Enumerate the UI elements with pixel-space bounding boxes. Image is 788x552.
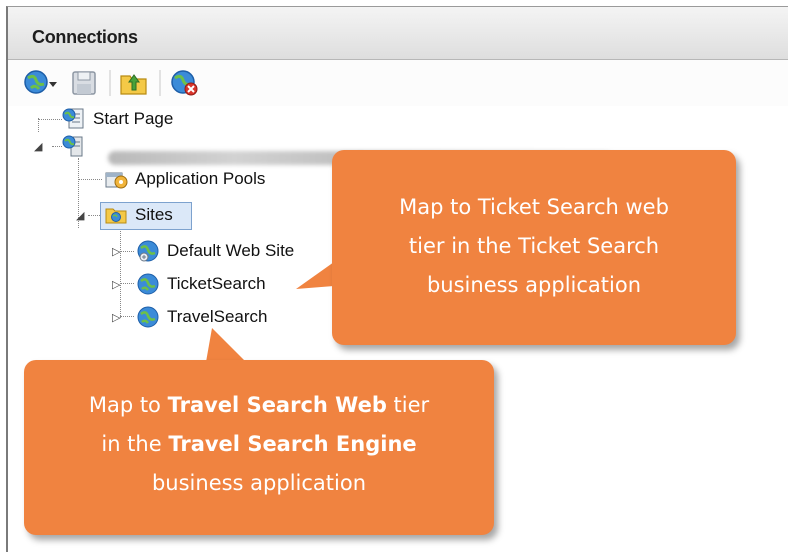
tree-item-label: Start Page bbox=[93, 109, 174, 128]
tree-item-label: Application Pools bbox=[135, 169, 266, 188]
expand-arrow-icon[interactable]: ▷ bbox=[112, 312, 120, 324]
toolbar-separator bbox=[158, 70, 162, 101]
expand-arrow-icon[interactable]: ▷ bbox=[112, 246, 120, 258]
tree-item-label: Sites bbox=[135, 205, 173, 224]
tree-line bbox=[38, 119, 62, 120]
server-icon bbox=[62, 134, 86, 158]
website-globe-icon bbox=[136, 305, 160, 329]
tree-line bbox=[78, 179, 102, 180]
panel-header: Connections bbox=[8, 7, 788, 60]
callout-line: tier in the Ticket Search bbox=[408, 234, 660, 258]
callout-pointer bbox=[296, 262, 334, 289]
tree-line bbox=[52, 146, 62, 147]
callout-ticket-search: Map to Ticket Search web tier in the Tic… bbox=[332, 150, 736, 345]
website-globe-icon bbox=[136, 272, 160, 296]
collapse-arrow-icon[interactable]: ◢ bbox=[76, 210, 84, 222]
toolbar-separator bbox=[108, 70, 112, 101]
start-page-icon bbox=[62, 107, 86, 131]
tree-item-label: TravelSearch bbox=[167, 307, 268, 326]
website-globe-icon bbox=[136, 239, 160, 263]
tree-line bbox=[38, 118, 39, 132]
connect-globe-dropdown-icon[interactable] bbox=[22, 68, 62, 103]
callout-line: business application bbox=[151, 471, 367, 495]
toolbar bbox=[8, 60, 788, 106]
save-icon[interactable] bbox=[70, 68, 98, 103]
tree-line bbox=[120, 316, 134, 317]
collapse-arrow-icon[interactable]: ◢ bbox=[34, 141, 42, 153]
callout-line: in the Travel Search Engine bbox=[101, 432, 417, 456]
up-folder-icon[interactable] bbox=[118, 68, 150, 103]
tree-item-label: TicketSearch bbox=[167, 274, 266, 293]
disconnect-icon[interactable] bbox=[168, 68, 202, 103]
expand-arrow-icon[interactable]: ▷ bbox=[112, 279, 120, 291]
callout-line: business application bbox=[426, 273, 642, 297]
callout-line: Map to Ticket Search web bbox=[399, 195, 669, 219]
tree-item-label: Default Web Site bbox=[167, 241, 295, 260]
sites-folder-icon bbox=[104, 203, 128, 227]
panel-title: Connections bbox=[32, 27, 138, 47]
tree-line bbox=[120, 228, 121, 318]
tree-line bbox=[120, 251, 134, 252]
application-pools-icon bbox=[104, 167, 128, 191]
tree-line bbox=[120, 283, 134, 284]
callout-line: Map to Travel Search Web tier bbox=[88, 393, 430, 417]
callout-travel-search: Map to Travel Search Web tier in the Tra… bbox=[24, 360, 494, 535]
